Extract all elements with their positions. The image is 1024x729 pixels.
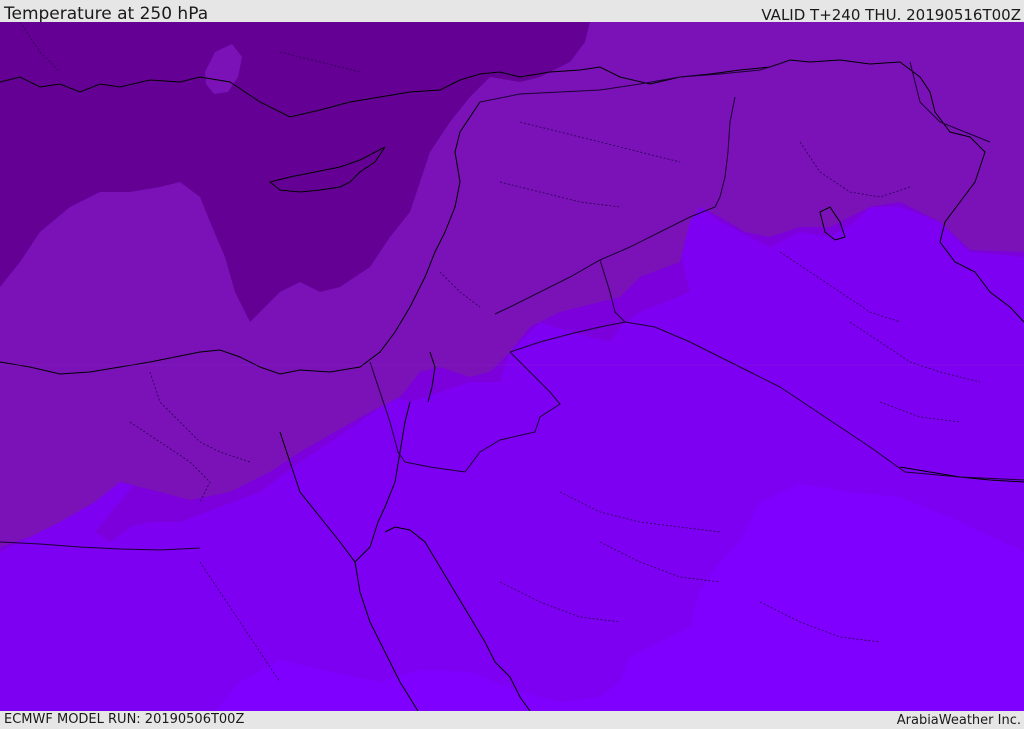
header-bar: Temperature at 250 hPa VALID T+240 THU. … <box>0 0 1024 24</box>
map-canvas <box>0 22 1024 711</box>
footer-bar: ECMWF MODEL RUN: 20190506T00Z ArabiaWeat… <box>0 711 1024 729</box>
temperature-map <box>0 22 1024 711</box>
credit-label: ArabiaWeather Inc. <box>896 713 1021 728</box>
map-title: Temperature at 250 hPa <box>4 4 209 24</box>
model-run-label: ECMWF MODEL RUN: 20190506T00Z <box>4 712 245 727</box>
